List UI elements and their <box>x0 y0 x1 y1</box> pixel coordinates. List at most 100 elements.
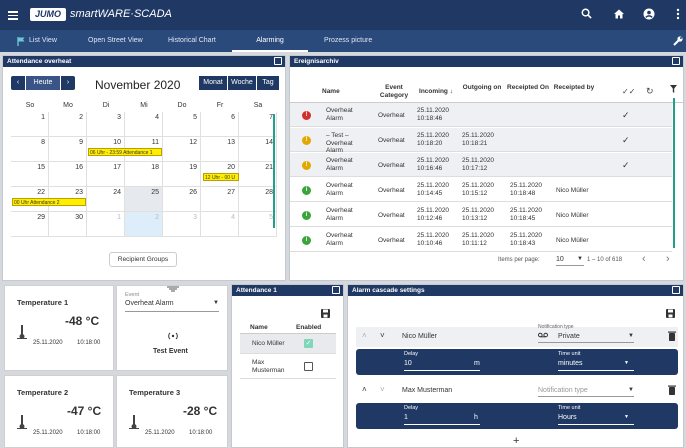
add-entry-button[interactable]: + <box>513 435 519 447</box>
save-icon[interactable] <box>321 309 330 320</box>
calendar-day[interactable]: 2 <box>49 112 87 137</box>
refresh-icon[interactable]: ↻ <box>646 86 654 97</box>
calendar-day[interactable]: 3 <box>163 212 201 237</box>
archive-row[interactable]: ! Overheat Alarm Overheat 25.11.2020 10:18:… <box>290 103 672 127</box>
scrollbar[interactable] <box>273 114 275 228</box>
archive-row[interactable]: i Overheat Alarm Overheat 25.11.2020 10:14:… <box>290 178 672 202</box>
account-icon[interactable] <box>642 8 655 21</box>
tab-list-view[interactable]: List View <box>29 30 57 52</box>
calendar-day[interactable]: 27 <box>201 187 239 212</box>
col-receipted-by[interactable]: Receipted by <box>552 84 596 92</box>
test-event-button[interactable]: Test Event <box>153 348 188 355</box>
calendar-day[interactable]: 1 <box>87 212 125 237</box>
table-row[interactable]: Max Musterman <box>240 355 336 379</box>
filter-icon[interactable] <box>670 85 677 95</box>
notification-type-select[interactable]: Notification type ▼ <box>538 385 634 397</box>
expand-icon[interactable] <box>672 57 680 65</box>
calendar-event[interactable]: 06 Uhr - 23:59 Attendance 1 <box>88 148 162 156</box>
calendar-day[interactable]: 26 <box>163 187 201 212</box>
done-all-icon[interactable]: ✓✓ <box>622 87 635 96</box>
scrollbar[interactable] <box>673 98 675 248</box>
menu-icon[interactable] <box>8 9 18 20</box>
items-per-page-select[interactable]: 10 ▼ <box>556 254 584 266</box>
event-select[interactable]: Overheat Alarm ▼ <box>125 300 219 312</box>
calendar-day[interactable]: 5 <box>163 112 201 137</box>
delete-icon[interactable] <box>668 331 676 343</box>
more-vert-icon[interactable] <box>671 8 684 21</box>
prev-month-button[interactable]: ‹ <box>11 76 25 90</box>
col-outgoing[interactable]: Outgoing on <box>460 84 504 92</box>
view-month-button[interactable]: Monat <box>199 76 227 90</box>
archive-row[interactable]: i Overheat Alarm Overheat 25.11.2020 10:10:… <box>290 228 672 252</box>
delete-icon[interactable] <box>668 385 676 397</box>
enabled-checkbox[interactable] <box>304 362 313 371</box>
calendar-day[interactable]: 7 <box>239 112 277 137</box>
calendar-day[interactable]: 2 <box>125 212 163 237</box>
archive-row[interactable]: i Overheat Alarm Overheat 25.11.2020 10:12:… <box>290 203 672 227</box>
next-page-icon[interactable]: › <box>666 253 670 265</box>
recipient-groups-button[interactable]: Recipient Groups <box>109 252 177 267</box>
calendar-day[interactable]: 6 <box>201 112 239 137</box>
calendar-day[interactable]: 17 <box>87 162 125 187</box>
calendar-day[interactable]: 24 <box>87 187 125 212</box>
calendar-event[interactable]: 12 Uhr - 00 U <box>203 173 239 181</box>
expand-icon[interactable] <box>672 286 680 294</box>
receipt-check-icon[interactable]: ✓ <box>622 160 630 171</box>
calendar-day[interactable]: 15 <box>11 162 49 187</box>
calendar-day[interactable]: 28 <box>239 187 277 212</box>
calendar-day[interactable]: 5 <box>239 212 277 237</box>
col-receipted-on[interactable]: Receipted On <box>506 84 550 92</box>
move-down-icon[interactable]: ˅ <box>380 331 385 340</box>
table-row[interactable]: Nico Müller ✓ <box>240 334 336 354</box>
move-up-icon[interactable]: ˄ <box>362 331 367 340</box>
col-event-category[interactable]: Event Category <box>376 84 412 100</box>
save-icon[interactable] <box>666 309 675 320</box>
calendar-day[interactable]: 1 <box>11 112 49 137</box>
notification-type-select[interactable]: Private ▼ <box>538 331 634 343</box>
calendar-day[interactable]: 4 <box>125 112 163 137</box>
prev-page-icon[interactable]: ‹ <box>642 253 646 265</box>
calendar-day[interactable]: 9 <box>49 137 87 162</box>
view-week-button[interactable]: Woche <box>228 76 256 90</box>
wrench-icon[interactable] <box>672 35 684 47</box>
calendar-day[interactable]: 19 <box>163 162 201 187</box>
tab-open-street-view[interactable]: Open Street View <box>88 30 143 52</box>
archive-row[interactable]: ! – Test – Overheat Alarm Overheat 25.11.20… <box>290 128 672 154</box>
tab-historical-chart[interactable]: Historical Chart <box>168 30 216 52</box>
calendar-day[interactable]: 12 <box>163 137 201 162</box>
receipt-check-icon[interactable]: ✓ <box>622 110 630 121</box>
calendar-day[interactable]: 29 <box>11 212 49 237</box>
calendar-day[interactable]: 18 <box>125 162 163 187</box>
calendar-day[interactable]: 13 <box>201 137 239 162</box>
view-day-button[interactable]: Tag <box>257 76 279 90</box>
home-icon[interactable] <box>612 8 625 21</box>
calendar-day[interactable]: 25 <box>125 187 163 212</box>
delay-label: Delay <box>404 405 419 411</box>
enabled-checkbox[interactable]: ✓ <box>304 339 313 348</box>
calendar-day[interactable]: 21 <box>239 162 277 187</box>
calendar-day[interactable]: 16 <box>49 162 87 187</box>
archive-row[interactable]: ! Overheat Alarm Overheat 25.11.2020 10:16:… <box>290 153 672 177</box>
col-incoming[interactable]: Incoming ↓ <box>416 88 456 96</box>
delay-input[interactable]: 10 <box>404 360 412 367</box>
calendar-day[interactable]: 4 <box>201 212 239 237</box>
expand-icon[interactable] <box>332 286 340 294</box>
calendar-event[interactable]: 00 Uhr Attendance 2 <box>12 198 86 206</box>
col-name[interactable]: Name <box>322 88 340 96</box>
time-unit-value[interactable]: minutes <box>558 360 583 367</box>
calendar-day[interactable]: 8 <box>11 137 49 162</box>
tab-alarming[interactable]: Alarming <box>232 30 308 52</box>
move-up-icon[interactable]: ˄ <box>362 385 367 394</box>
delay-input[interactable]: 1 <box>404 414 408 421</box>
calendar-day[interactable]: 14 <box>239 137 277 162</box>
search-icon[interactable] <box>580 8 593 21</box>
expand-icon[interactable] <box>274 57 282 65</box>
calendar-day[interactable]: 3 <box>87 112 125 137</box>
move-down-icon[interactable]: ˅ <box>380 385 385 394</box>
today-button[interactable]: Heute <box>26 76 60 90</box>
calendar-day[interactable]: 30 <box>49 212 87 237</box>
next-month-button[interactable]: › <box>61 76 75 90</box>
receipt-check-icon[interactable]: ✓ <box>622 135 630 146</box>
tab-prozess-picture[interactable]: Prozess picture <box>324 30 372 52</box>
time-unit-value[interactable]: Hours <box>558 414 577 421</box>
